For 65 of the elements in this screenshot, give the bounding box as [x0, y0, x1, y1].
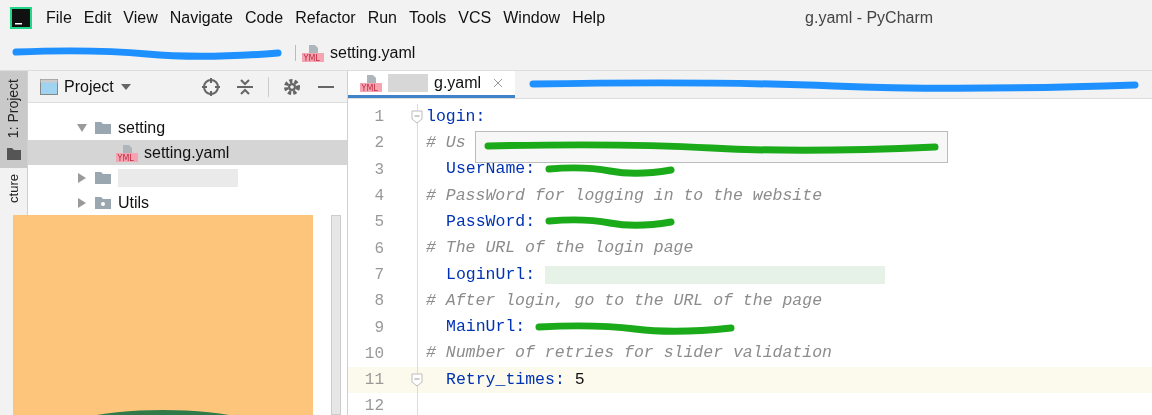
blurred-label	[388, 74, 428, 92]
line-number: 2	[373, 133, 385, 155]
expanded-arrow-icon[interactable]	[76, 121, 88, 134]
line-number: 3	[373, 159, 385, 181]
fold-marker-icon[interactable]	[411, 110, 423, 125]
line-number: 4	[373, 186, 385, 208]
scrollbar[interactable]	[331, 215, 341, 415]
line-number: 6	[373, 238, 385, 260]
app-logo-icon	[10, 6, 32, 29]
code-comment: # Number of retries for slider validation	[426, 342, 832, 365]
breadcrumb-item[interactable]: setting.yaml	[330, 40, 416, 65]
yaml-value: 5	[574, 368, 585, 391]
menu-item[interactable]: Tools	[409, 5, 447, 30]
menu-item[interactable]: Edit	[83, 5, 112, 30]
tree-label: setting.yaml	[144, 142, 230, 163]
tree-row[interactable]: YML setting.yaml	[28, 140, 347, 165]
yaml-key: login:	[426, 104, 486, 130]
code-comment: # Us	[426, 132, 466, 155]
code-comment: # After login, go to the URL of the page	[426, 289, 823, 312]
menu-item[interactable]: View	[123, 5, 158, 30]
locate-icon[interactable]	[202, 77, 220, 96]
line-number: 5	[373, 212, 385, 234]
tree-label: Utils	[118, 192, 150, 213]
yaml-key: LoginUrl:	[446, 262, 536, 288]
side-tab[interactable]: cture	[0, 172, 27, 206]
editor-tab[interactable]: YML g.yaml	[348, 71, 516, 98]
code-comment: # PassWord for logging in to the website	[426, 184, 823, 207]
collapsed-arrow-icon[interactable]	[76, 196, 88, 209]
line-number: 12	[363, 396, 385, 415]
line-number: 10	[363, 343, 385, 365]
yaml-key: Retry_times:	[446, 367, 565, 393]
collapsed-arrow-icon[interactable]	[76, 171, 88, 184]
menu-item[interactable]: File	[46, 5, 72, 30]
menu-item[interactable]: Run	[367, 5, 397, 30]
yaml-key: MainUrl:	[446, 315, 526, 340]
menu-item[interactable]: Code	[244, 5, 284, 30]
line-number: 1	[373, 107, 385, 129]
collapse-all-icon[interactable]	[236, 77, 254, 96]
menu-item[interactable]: Refactor	[295, 5, 356, 30]
tree-row[interactable]: setting	[28, 115, 347, 140]
menu-item[interactable]: Navigate	[169, 5, 233, 30]
dropdown-caret-icon[interactable]	[119, 82, 132, 91]
fold-marker-icon[interactable]	[411, 373, 423, 388]
window-icon	[40, 78, 58, 95]
panel-title[interactable]: Project	[64, 74, 114, 99]
folder-icon	[94, 120, 112, 135]
line-number: 11	[363, 370, 385, 392]
folder-icon	[6, 148, 21, 161]
window-title: g.yaml - PyCharm	[805, 7, 934, 28]
menu-item[interactable]: Help	[572, 5, 606, 30]
line-number: 7	[373, 264, 385, 286]
folder-icon	[94, 170, 112, 185]
menu-item[interactable]: Window	[503, 5, 561, 30]
yaml-key: PassWord:	[446, 209, 536, 235]
tree-row[interactable]: Utils	[28, 190, 347, 215]
tree-label: setting	[118, 117, 166, 138]
menu-item[interactable]: VCS	[458, 5, 492, 30]
side-tab[interactable]: 1: Project	[0, 71, 27, 169]
yaml-key: UserName:	[446, 157, 536, 183]
line-number: 8	[373, 291, 385, 313]
line-number: 9	[373, 317, 385, 339]
code-comment: # The URL of the login page	[426, 237, 694, 260]
settings-icon[interactable]	[283, 77, 301, 96]
package-folder-icon	[94, 195, 112, 210]
close-icon[interactable]	[493, 78, 504, 88]
